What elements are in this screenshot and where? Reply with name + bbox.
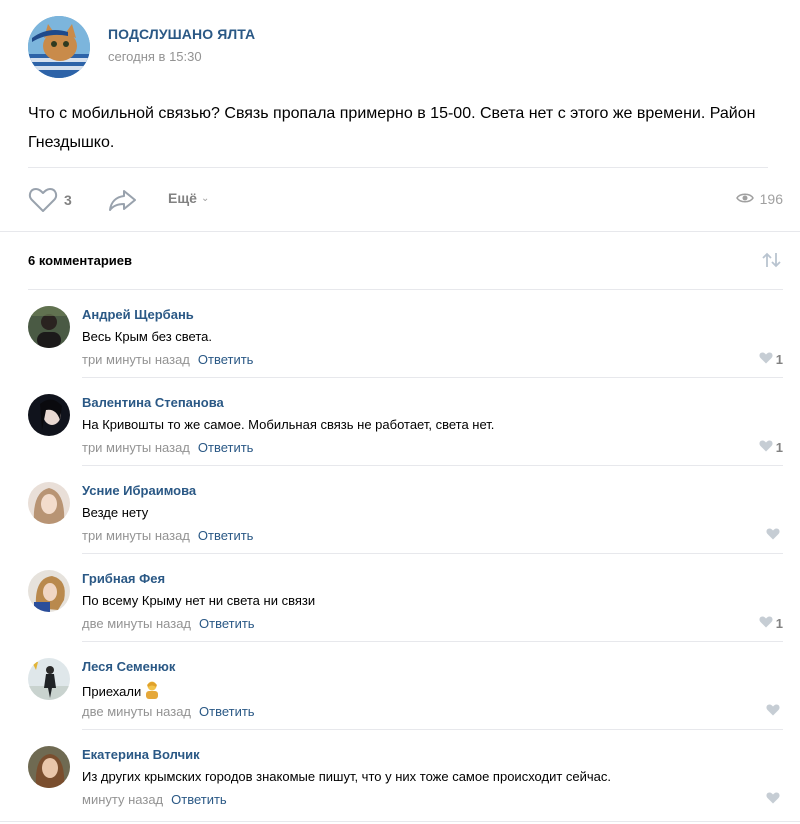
avatar[interactable]: [28, 306, 70, 348]
post-time[interactable]: сегодня в 15:30: [108, 49, 202, 64]
divider: [0, 821, 800, 822]
group-name[interactable]: ПОДСЛУШАНО ЯЛТА: [108, 26, 255, 42]
comment-author[interactable]: Андрей Щербань: [82, 307, 194, 322]
comment-time[interactable]: три минуты назад: [82, 528, 190, 543]
heart-icon: [766, 792, 780, 807]
heart-icon: [759, 440, 773, 455]
comment-text-content: Приехали: [82, 684, 142, 699]
comment-like-count: 1: [775, 616, 783, 631]
comment-time[interactable]: три минуты назад: [82, 352, 190, 367]
comment-item: Усние Ибраимова Везде нету три минуты на…: [28, 466, 783, 554]
comment-author[interactable]: Валентина Степанова: [82, 395, 224, 410]
share-arrow-icon: [108, 190, 138, 217]
comment-meta: две минуты назад Ответить: [82, 616, 255, 631]
avatar[interactable]: [28, 482, 70, 524]
reply-button[interactable]: Ответить: [198, 440, 254, 455]
comment-item: Андрей Щербань Весь Крым без света. три …: [28, 290, 783, 378]
comment-meta: три минуты назад Ответить: [82, 352, 253, 367]
views-counter: 196: [735, 191, 783, 207]
comment-text: Везде нету: [82, 505, 149, 520]
like-count: 3: [64, 192, 72, 208]
heart-icon: [759, 352, 773, 367]
reply-button[interactable]: Ответить: [199, 616, 255, 631]
eye-icon: [735, 191, 760, 207]
comment-item: Грибная Фея По всему Крыму нет ни света …: [28, 554, 783, 642]
comment-author[interactable]: Усние Ибраимова: [82, 483, 196, 498]
comment-item: Леся Семенюк Приехали две минуты назад От…: [28, 642, 783, 730]
sort-arrows-icon[interactable]: [761, 252, 783, 273]
comment-meta: три минуты назад Ответить: [82, 528, 253, 543]
comment-text: На Кривошты то же самое. Мобильная связь…: [82, 417, 495, 432]
comment-meta: минуту назад Ответить: [82, 792, 227, 807]
comment-like-count: 1: [775, 440, 783, 455]
share-button[interactable]: [108, 187, 138, 218]
more-button[interactable]: Ещё ⌄: [168, 190, 209, 206]
comment-text: Приехали: [82, 681, 160, 702]
avatar[interactable]: [28, 570, 70, 612]
heart-icon: [759, 616, 773, 631]
comment-time[interactable]: три минуты назад: [82, 440, 190, 455]
avatar[interactable]: [28, 658, 70, 700]
comment-time[interactable]: две минуты назад: [82, 616, 191, 631]
comment-time[interactable]: минуту назад: [82, 792, 163, 807]
comment-like-button[interactable]: 1: [756, 616, 783, 631]
comments-count: 6 комментариев: [28, 253, 133, 268]
heart-icon: [766, 528, 780, 543]
post-actions: 3 Ещё ⌄ 196: [28, 185, 783, 215]
post-header: ПОДСЛУШАНО ЯЛТА сегодня в 15:30: [28, 16, 768, 78]
heart-icon: [28, 187, 58, 213]
comment-text: Из других крымских городов знакомые пишу…: [82, 769, 612, 784]
heart-icon: [766, 704, 780, 719]
comment-meta: две минуты назад Ответить: [82, 704, 255, 719]
comment-text: Весь Крым без света.: [82, 329, 213, 344]
post-text: Что с мобильной связью? Связь пропала пр…: [28, 105, 756, 151]
comment-like-button[interactable]: [763, 528, 783, 543]
comment-item: Екатерина Волчик Из других крымских горо…: [28, 730, 783, 818]
comment-like-button[interactable]: [763, 792, 783, 807]
group-avatar[interactable]: [28, 16, 90, 78]
comment-like-button[interactable]: [763, 704, 783, 719]
like-button[interactable]: 3: [28, 185, 72, 215]
reply-button[interactable]: Ответить: [171, 792, 227, 807]
comment-time[interactable]: две минуты назад: [82, 704, 191, 719]
reply-button[interactable]: Ответить: [198, 352, 254, 367]
comment-like-count: 1: [775, 352, 783, 367]
comment-item: Валентина Степанова На Кривошты то же са…: [28, 378, 783, 466]
divider: [0, 231, 800, 232]
comment-like-button[interactable]: 1: [759, 352, 783, 367]
comment-meta: три минуты назад Ответить: [82, 440, 253, 455]
views-count: 196: [759, 191, 783, 207]
more-label: Ещё: [168, 190, 197, 206]
comments-header: 6 комментариев: [28, 252, 783, 272]
comment-author[interactable]: Екатерина Волчик: [82, 747, 200, 762]
emoji-person-icon: [144, 681, 160, 702]
avatar[interactable]: [28, 394, 70, 436]
reply-button[interactable]: Ответить: [199, 704, 255, 719]
comment-author[interactable]: Леся Семенюк: [82, 659, 175, 674]
avatar[interactable]: [28, 746, 70, 788]
comment-text: По всему Крыму нет ни света ни связи: [82, 593, 316, 608]
chevron-down-icon: ⌄: [200, 192, 210, 204]
divider: [28, 167, 768, 168]
reply-button[interactable]: Ответить: [198, 528, 254, 543]
comment-author[interactable]: Грибная Фея: [82, 571, 165, 586]
comment-like-button[interactable]: 1: [756, 440, 783, 455]
